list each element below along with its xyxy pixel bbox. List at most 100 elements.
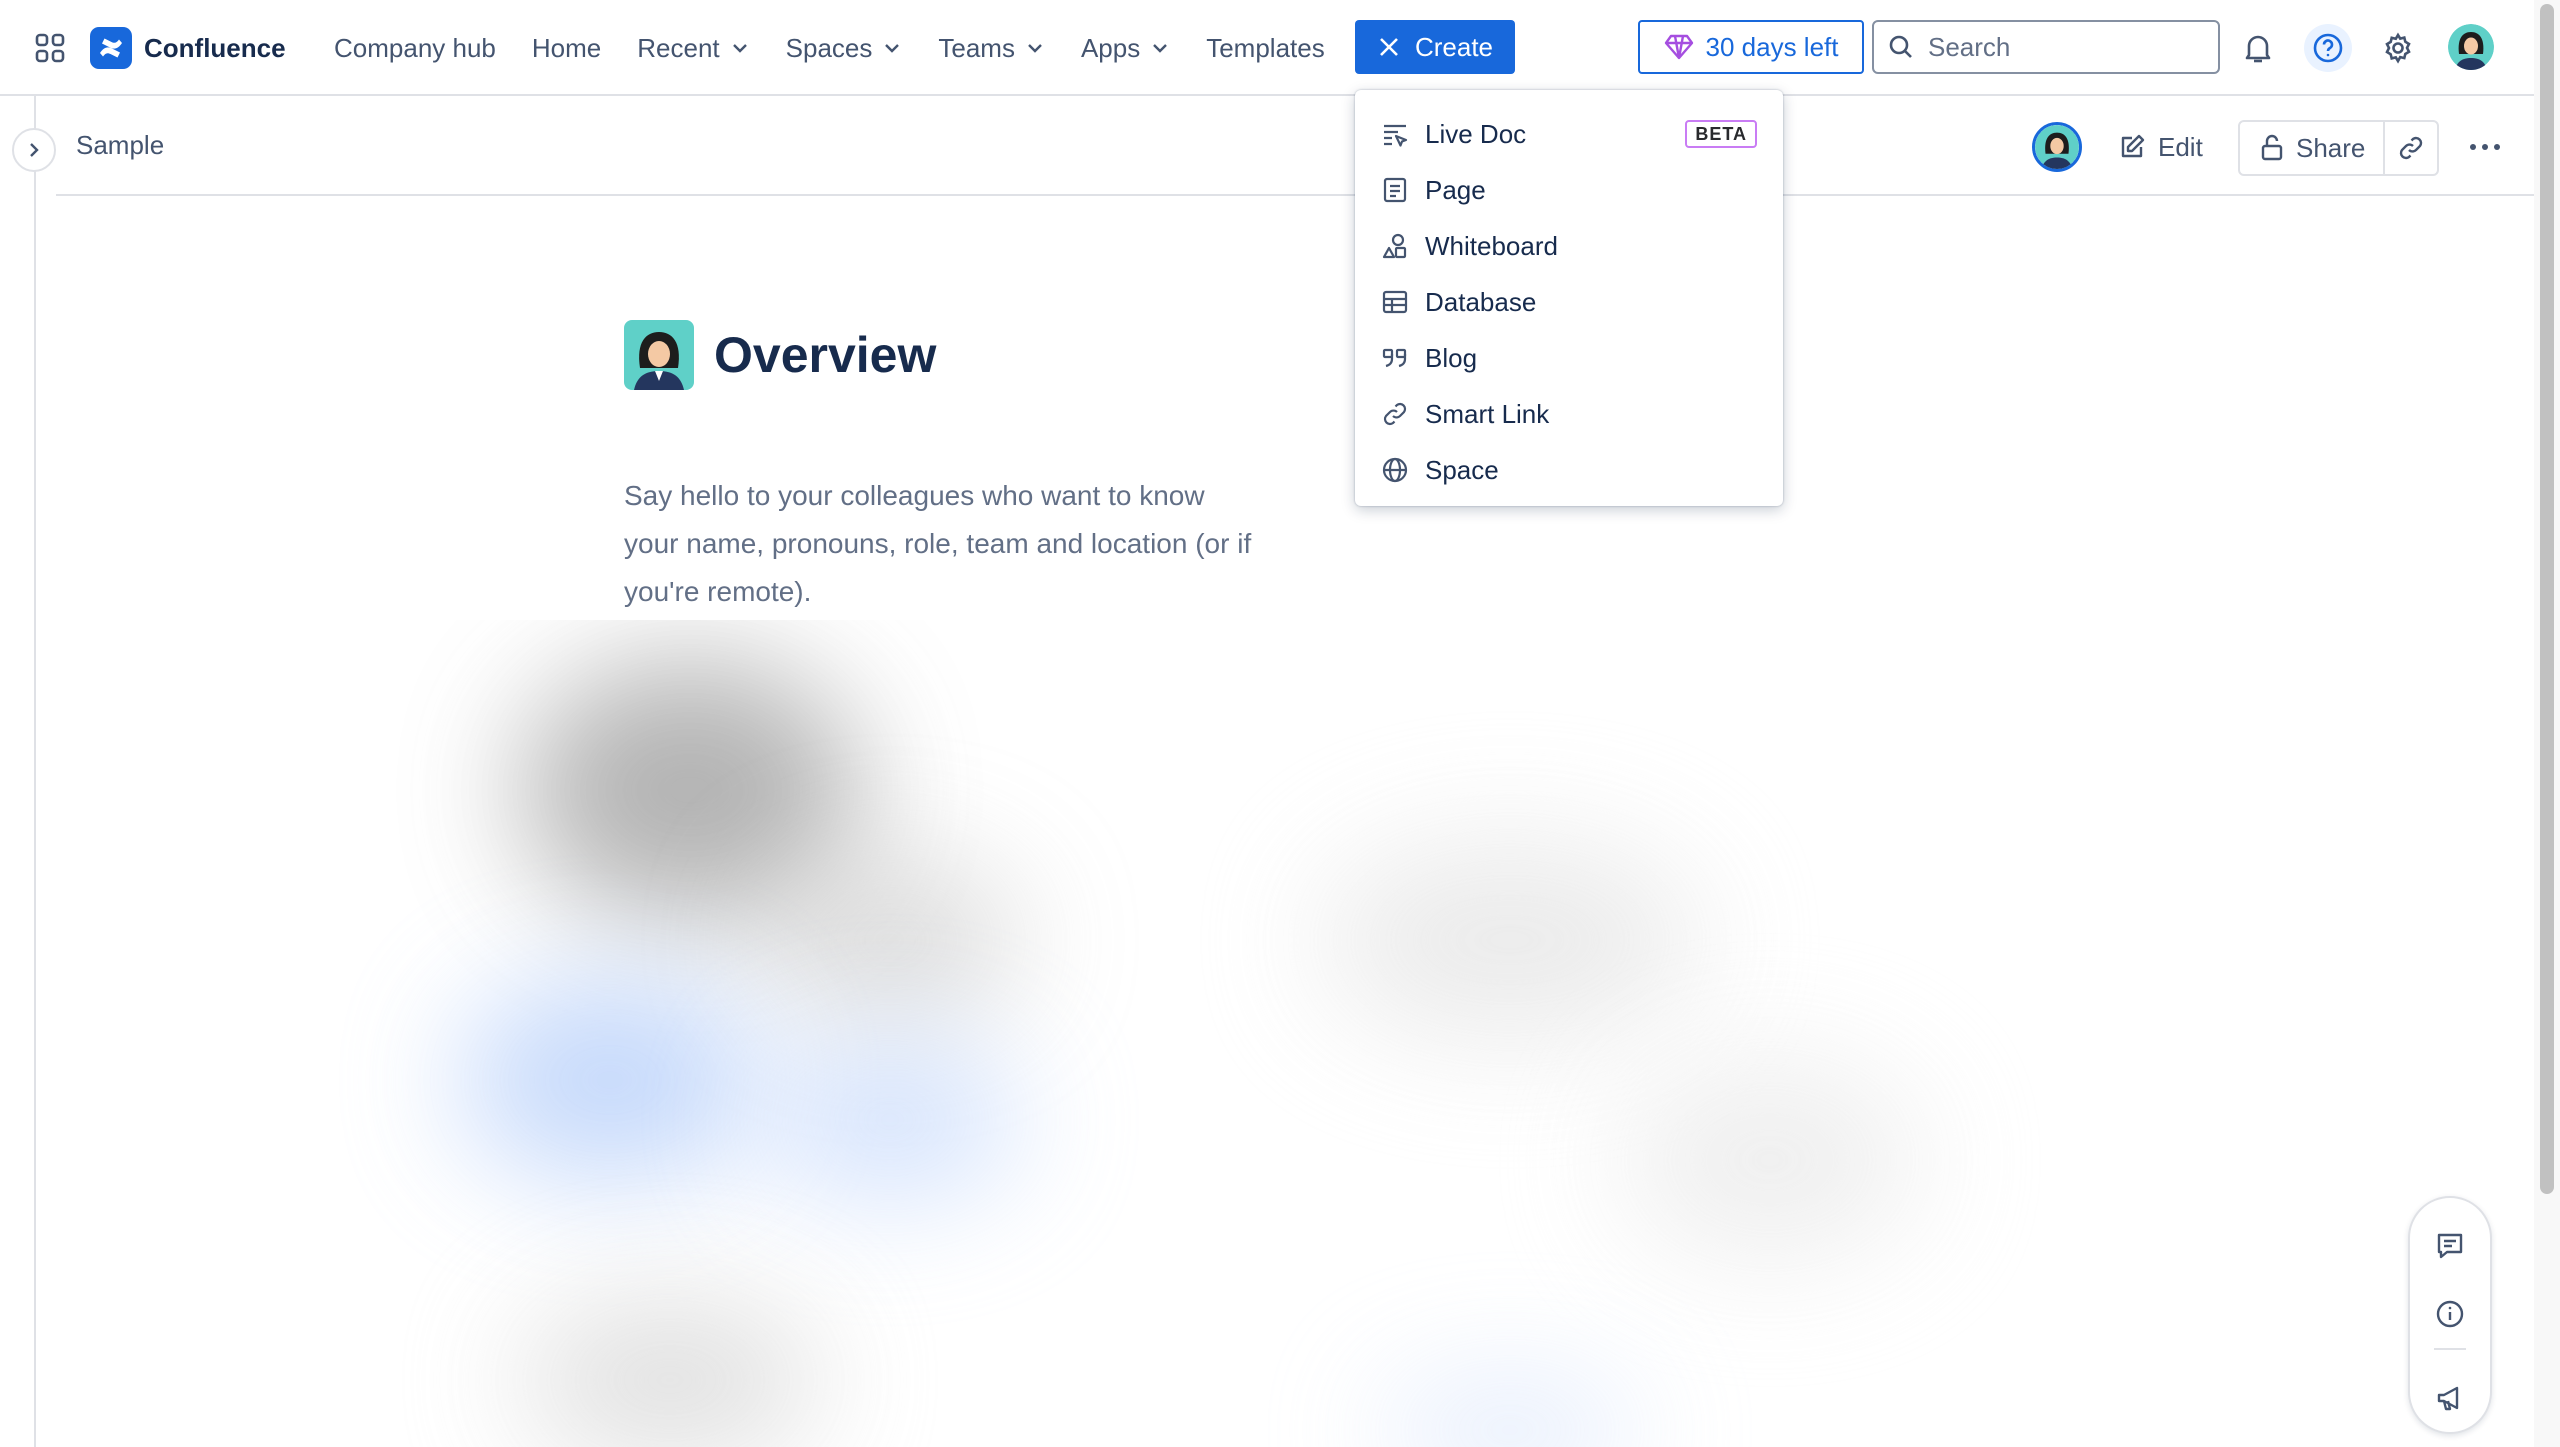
chevron-down-icon	[1028, 44, 1042, 53]
expand-sidebar-button[interactable]	[12, 128, 56, 172]
chevron-right-icon	[30, 143, 39, 157]
database-icon	[1382, 290, 1408, 314]
avatar-icon	[2035, 125, 2079, 169]
search-box[interactable]	[1872, 20, 2220, 74]
beta-badge: BETA	[1685, 120, 1757, 148]
breadcrumb-space[interactable]: Sample	[76, 130, 164, 161]
copy-link-button[interactable]	[2385, 122, 2437, 174]
blurred-shape	[460, 980, 760, 1180]
nav-label: Templates	[1206, 32, 1325, 63]
confluence-logo-icon	[90, 27, 132, 69]
create-button-label: Create	[1414, 31, 1494, 62]
top-navigation-bar: Confluence Company hub Home Recent Space…	[0, 0, 2560, 96]
blurred-shape	[760, 1040, 1020, 1200]
floating-action-panel	[2408, 1196, 2492, 1434]
menu-item-label: Space	[1425, 454, 1499, 485]
whiteboard-icon	[1382, 233, 1407, 259]
nav-label: Home	[531, 32, 602, 63]
nav-home[interactable]: Home	[532, 33, 601, 64]
megaphone-icon	[2437, 1386, 2459, 1411]
nav-label: Recent	[637, 32, 720, 63]
page-title: Overview	[714, 327, 937, 383]
nav-recent[interactable]: Recent	[637, 33, 749, 64]
menu-item-label: Blog	[1425, 342, 1478, 373]
share-group: Share	[2238, 120, 2440, 176]
create-live-doc[interactable]: Live Doc BETA	[1355, 106, 1783, 162]
create-blog[interactable]: Blog	[1355, 330, 1783, 386]
bell-icon	[2245, 35, 2271, 63]
share-button[interactable]: Share	[2240, 122, 2386, 174]
settings-button[interactable]	[2374, 24, 2422, 72]
create-whiteboard[interactable]: Whiteboard	[1355, 218, 1783, 274]
create-database[interactable]: Database	[1355, 274, 1783, 330]
person-emoji-icon	[624, 320, 694, 390]
blurred-shape	[1320, 840, 1700, 1040]
help-button[interactable]	[2304, 24, 2352, 72]
menu-item-label: Live Doc	[1425, 118, 1527, 149]
collaborator-avatar[interactable]	[2032, 122, 2082, 172]
search-input[interactable]	[1926, 30, 2210, 64]
menu-item-label: Whiteboard	[1425, 230, 1558, 261]
confluence-logo[interactable]: Confluence	[90, 26, 286, 70]
chevron-down-icon	[885, 44, 900, 53]
blurred-shape	[1380, 1380, 1640, 1447]
nav-teams[interactable]: Teams	[938, 33, 1045, 64]
create-menu: Live Doc BETA Page Whiteboard Database B…	[1355, 90, 1783, 506]
comments-button[interactable]	[2428, 1224, 2472, 1268]
nav-label: Apps	[1080, 32, 1141, 63]
menu-item-label: Database	[1425, 286, 1537, 317]
close-icon	[1380, 38, 1398, 56]
more-actions-button[interactable]	[2460, 122, 2510, 172]
app-switcher-icon[interactable]	[34, 32, 66, 64]
help-icon	[2313, 33, 2343, 63]
diamond-icon	[1664, 34, 1693, 60]
create-page[interactable]: Page	[1355, 162, 1783, 218]
comment-icon	[2437, 1233, 2463, 1259]
user-avatar[interactable]	[2448, 24, 2494, 70]
page-info-button[interactable]	[2428, 1292, 2472, 1336]
menu-item-label: Page	[1425, 174, 1486, 205]
blurred-shape	[760, 860, 1020, 1020]
notifications-button[interactable]	[2234, 24, 2282, 72]
nav-label: Company hub	[334, 32, 496, 63]
nav-label: Spaces	[785, 32, 873, 63]
blog-quote-icon	[1382, 348, 1407, 368]
trial-button[interactable]: 30 days left	[1638, 20, 1864, 74]
create-space[interactable]: Space	[1355, 442, 1783, 498]
blurred-shape	[520, 1300, 820, 1447]
pencil-icon	[2121, 134, 2145, 158]
chevron-down-icon	[1153, 44, 1168, 53]
nav-templates[interactable]: Templates	[1206, 33, 1325, 64]
edit-label: Edit	[2158, 131, 2203, 162]
unlock-icon	[2261, 134, 2283, 161]
nav-company-hub[interactable]: Company hub	[334, 33, 496, 64]
avatar-icon	[2448, 24, 2494, 70]
globe-icon	[1382, 457, 1408, 483]
edit-button[interactable]: Edit	[2118, 122, 2203, 172]
feedback-button[interactable]	[2428, 1376, 2472, 1420]
chevron-down-icon	[732, 44, 747, 53]
page-emoji[interactable]	[624, 320, 694, 390]
page-icon	[1383, 177, 1407, 203]
info-icon	[2436, 1300, 2464, 1328]
nav-spaces[interactable]: Spaces	[786, 33, 903, 64]
smart-link-icon	[1383, 402, 1407, 426]
search-icon	[1889, 35, 1912, 58]
blurred-content	[200, 620, 2100, 1447]
page-description: Say hello to your colleagues who want to…	[624, 480, 1252, 607]
sidebar-rail	[0, 96, 36, 1447]
link-icon	[2400, 136, 2423, 160]
create-button[interactable]: Create	[1355, 20, 1515, 74]
main-nav: Company hub Home Recent Spaces Teams App…	[334, 26, 1361, 70]
create-smart-link[interactable]: Smart Link	[1355, 386, 1783, 442]
app-name: Confluence	[144, 32, 286, 63]
panel-divider	[2434, 1348, 2466, 1350]
share-label: Share	[2296, 132, 2366, 163]
more-horizontal-icon	[2470, 144, 2500, 150]
scrollbar-thumb[interactable]	[2540, 4, 2554, 1194]
gear-icon	[2385, 32, 2411, 64]
nav-label: Teams	[938, 32, 1015, 63]
menu-item-label: Smart Link	[1425, 398, 1550, 429]
nav-apps[interactable]: Apps	[1081, 33, 1170, 64]
trial-label: 30 days left	[1705, 31, 1839, 62]
